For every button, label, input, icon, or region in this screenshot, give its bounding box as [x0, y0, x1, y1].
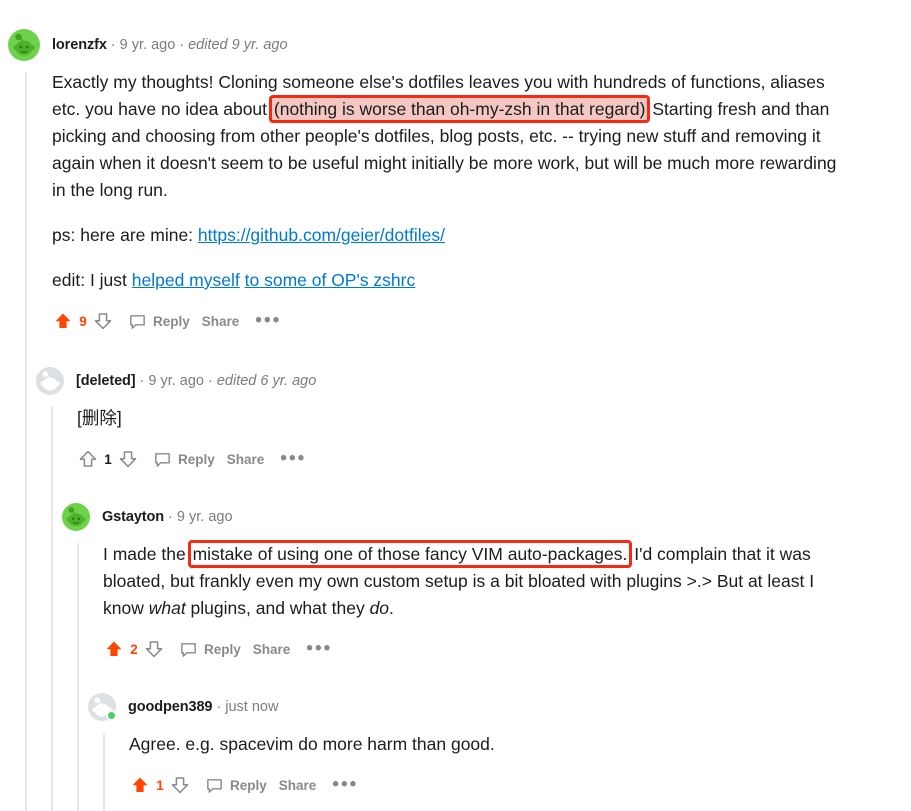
comment-action-bar: 2 Reply Share •••: [103, 636, 892, 662]
comment-body: Agree. e.g. spacevim do more harm than g…: [129, 731, 888, 798]
comment-header: [deleted] · 9 yr. ago · edited 6 yr. ago: [36, 364, 886, 398]
comment-bubble-icon: [153, 450, 172, 469]
downvote-button[interactable]: [169, 774, 191, 796]
snoo-green-avatar[interactable]: [62, 503, 90, 531]
comment-body: [删除] 1 Reply Share •••: [77, 405, 886, 472]
vote-score: 1: [104, 451, 112, 467]
comment-meta: lorenzfx · 9 yr. ago · edited 9 yr. ago: [52, 38, 288, 53]
reply-button[interactable]: Reply: [179, 640, 241, 659]
comment-header: goodpen389 · just now: [88, 690, 888, 724]
annotation-outline-box: mistake of using one of those fancy VIM …: [187, 540, 633, 568]
share-label: Share: [201, 313, 240, 329]
annotation-highlight-box: (nothing is worse than oh-my-zsh in that…: [268, 95, 651, 123]
more-options-button[interactable]: •••: [306, 639, 332, 658]
vote-score: 9: [79, 313, 87, 329]
comment-gstayton: Gstayton · 9 yr. ago I made the mistake of…: [62, 500, 892, 662]
comment-paragraph-edit: edit: I just helped myself to some of OP…: [52, 267, 852, 294]
reply-label: Reply: [178, 451, 215, 467]
meta-separator: ·: [179, 36, 185, 53]
comment-edited-label: edited 6 yr. ago: [216, 372, 317, 389]
emphasis-what: what: [148, 598, 186, 618]
downvote-button[interactable]: [143, 638, 165, 660]
comment-bubble-icon: [205, 776, 224, 795]
comment-timestamp: 9 yr. ago: [148, 372, 204, 389]
downvote-button[interactable]: [117, 448, 139, 470]
paragraph-text-mid: plugins, and what they: [185, 598, 370, 618]
vote-score: 2: [130, 641, 138, 657]
comment-meta: goodpen389 · just now: [128, 700, 278, 715]
comment-edited-label: edited 9 yr. ago: [188, 36, 288, 53]
share-label: Share: [226, 451, 265, 467]
comment-author: [deleted]: [76, 372, 136, 389]
helped-myself-link[interactable]: helped myself: [132, 270, 240, 290]
comment-paragraph: I made the mistake of using one of those…: [103, 540, 855, 622]
meta-separator: ·: [110, 36, 116, 53]
more-options-button[interactable]: •••: [280, 449, 306, 468]
comment-bubble-icon: [128, 312, 147, 331]
share-label: Share: [278, 777, 317, 793]
vote-score: 1: [156, 777, 164, 793]
share-button[interactable]: Share: [202, 314, 240, 329]
github-dotfiles-link[interactable]: https://github.com/geier/dotfiles/: [198, 225, 445, 245]
comment-author[interactable]: goodpen389: [128, 699, 213, 715]
comment-paragraph: Agree. e.g. spacevim do more harm than g…: [129, 734, 495, 754]
upvote-button-active[interactable]: [103, 638, 125, 660]
reply-button[interactable]: Reply: [153, 450, 215, 469]
snoo-gray-avatar[interactable]: [36, 367, 64, 395]
comment-author[interactable]: lorenzfx: [52, 37, 107, 53]
emphasis-do: do: [369, 598, 390, 618]
snoo-green-avatar[interactable]: [8, 29, 40, 61]
comment-meta: Gstayton · 9 yr. ago: [102, 510, 233, 525]
comment-action-bar: 1 Reply Share •••: [129, 772, 888, 798]
share-label: Share: [252, 641, 291, 657]
comment-body: I made the mistake of using one of those…: [103, 540, 892, 662]
upvote-button-active[interactable]: [129, 774, 151, 796]
op-zshrc-link[interactable]: to some of OP's zshrc: [245, 270, 416, 290]
comment-paragraph-ps: ps: here are mine: https://github.com/ge…: [52, 222, 852, 249]
meta-separator: ·: [208, 372, 213, 389]
comment-paragraph: Exactly my thoughts! Cloning someone els…: [52, 69, 852, 204]
comment-bubble-icon: [179, 640, 198, 659]
more-options-button[interactable]: •••: [332, 775, 358, 794]
comment-lorenzfx: lorenzfx · 9 yr. ago · edited 9 yr. ago Exac…: [8, 28, 888, 334]
reply-button[interactable]: Reply: [128, 312, 190, 331]
comment-timestamp: just now: [225, 698, 279, 715]
reply-button[interactable]: Reply: [205, 776, 267, 795]
meta-separator: ·: [216, 698, 222, 715]
comment-body: Exactly my thoughts! Cloning someone els…: [52, 69, 888, 334]
comment-goodpen389: goodpen389 · just now Agree. e.g. spacevim…: [88, 690, 888, 798]
comment-paragraph: [删除]: [77, 408, 122, 428]
edit-prefix: edit: I just: [52, 270, 132, 290]
ps-prefix: ps: here are mine:: [52, 225, 198, 245]
downvote-button[interactable]: [92, 310, 114, 332]
more-options-button[interactable]: •••: [255, 311, 281, 330]
comment-header: lorenzfx · 9 yr. ago · edited 9 yr. ago: [8, 28, 888, 62]
reply-label: Reply: [204, 641, 241, 657]
share-button[interactable]: Share: [227, 452, 265, 467]
comment-thread: lorenzfx · 9 yr. ago · edited 9 yr. ago Exac…: [0, 0, 911, 811]
paragraph-text-before: I made the: [103, 544, 191, 564]
upvote-button[interactable]: [77, 448, 99, 470]
meta-separator: ·: [168, 508, 173, 525]
comment-author[interactable]: Gstayton: [102, 509, 164, 525]
comment-action-bar: 9 Reply Share •••: [52, 308, 888, 334]
snoo-gray-avatar[interactable]: [88, 693, 117, 721]
meta-separator: ·: [139, 372, 145, 389]
comment-action-bar: 1 Reply Share •••: [77, 446, 886, 472]
share-button[interactable]: Share: [253, 642, 291, 657]
comment-timestamp: 9 yr. ago: [176, 508, 233, 525]
upvote-button-active[interactable]: [52, 310, 74, 332]
comment-deleted: [deleted] · 9 yr. ago · edited 6 yr. ago [删除…: [36, 364, 886, 472]
paragraph-text-end: .: [389, 598, 394, 618]
comment-header: Gstayton · 9 yr. ago: [62, 500, 892, 534]
reply-label: Reply: [153, 313, 190, 329]
reply-label: Reply: [230, 777, 267, 793]
share-button[interactable]: Share: [279, 778, 317, 793]
comment-meta: [deleted] · 9 yr. ago · edited 6 yr. ago: [76, 374, 316, 389]
comment-timestamp: 9 yr. ago: [119, 36, 176, 53]
online-status-dot: [106, 710, 117, 721]
